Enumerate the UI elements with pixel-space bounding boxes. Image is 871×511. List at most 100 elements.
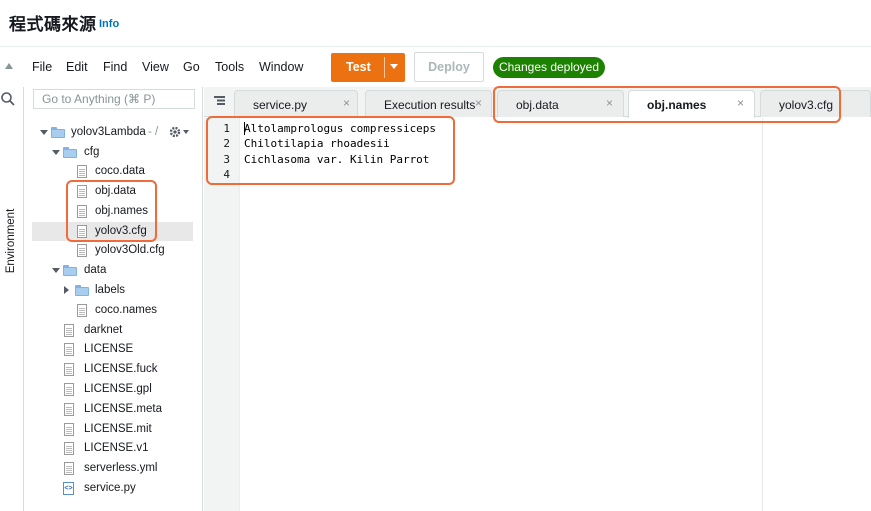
close-icon[interactable]: ×: [606, 96, 613, 110]
tab-label: obj.names: [647, 98, 707, 112]
collapse-icon[interactable]: [4, 61, 14, 71]
tab-label: Execution results: [384, 98, 476, 112]
menu-edit[interactable]: Edit: [66, 60, 88, 74]
tree-root-label: yolov3Lambda: [71, 126, 146, 138]
test-button[interactable]: Test: [331, 53, 405, 82]
folder-icon: [51, 127, 65, 138]
gear-icon[interactable]: [168, 125, 190, 139]
status-badge: Changes deployed: [493, 57, 605, 78]
code-line[interactable]: Cichlasoma var. Kilin Parrot: [244, 153, 429, 166]
tree-folder-label: labels: [95, 284, 126, 296]
tab-label: obj.data: [516, 98, 559, 112]
tree-file-label: LICENSE.gpl: [84, 383, 152, 395]
tree-file-label: LICENSE.mit: [84, 423, 152, 435]
tree-file-serverless-yml[interactable]: serverless.yml: [25, 459, 203, 478]
folder-icon: [63, 265, 77, 276]
tree-file-label: obj.data: [95, 185, 136, 197]
close-icon[interactable]: ×: [475, 96, 482, 110]
code-line[interactable]: Altolamprologus compressiceps: [244, 122, 436, 135]
file-icon: [77, 244, 87, 257]
tree-file-obj-names[interactable]: obj.names: [25, 202, 203, 221]
file-icon: [77, 304, 87, 317]
tree-folder-label: cfg: [84, 146, 100, 158]
menu-window[interactable]: Window: [259, 60, 303, 74]
line-number-gutter: 1 2 3 4: [204, 118, 240, 511]
chevron-down-icon[interactable]: [390, 64, 398, 69]
tree-file-darknet[interactable]: darknet: [25, 321, 203, 340]
tab-obj-data[interactable]: obj.data ×: [497, 90, 624, 117]
tab-list-icon[interactable]: [214, 96, 225, 105]
close-icon[interactable]: ×: [343, 96, 350, 110]
environment-strip: Environment: [0, 87, 24, 511]
tree-file-license[interactable]: LICENSE: [25, 340, 203, 359]
tree-folder-labels[interactable]: labels: [25, 281, 203, 300]
line-number: 3: [223, 153, 230, 166]
menu-go[interactable]: Go: [183, 60, 200, 74]
file-icon: [77, 225, 87, 238]
tree-file-coco-data[interactable]: coco.data: [25, 162, 203, 181]
tree-file-obj-data[interactable]: obj.data: [25, 182, 203, 201]
file-icon: [64, 383, 74, 396]
tree-file-label: yolov3.cfg: [95, 225, 147, 237]
file-icon: [64, 363, 74, 376]
text-cursor: [244, 122, 245, 135]
tree-file-license-v1[interactable]: LICENSE.v1: [25, 439, 203, 458]
environment-tab[interactable]: Environment: [5, 201, 17, 281]
code-file-icon: <>: [63, 482, 74, 495]
tree-file-label: LICENSE.meta: [84, 403, 162, 415]
tree-file-license-gpl[interactable]: LICENSE.gpl: [25, 380, 203, 399]
tab-label: yolov3.cfg: [779, 98, 834, 112]
tab-obj-names[interactable]: obj.names ×: [628, 90, 755, 118]
tab-service-py[interactable]: service.py ×: [234, 90, 358, 117]
folder-icon: [75, 285, 89, 296]
tab-execution-results[interactable]: Execution results ×: [365, 90, 492, 117]
tab-label: service.py: [253, 98, 308, 112]
file-icon: [64, 403, 74, 416]
tree-file-yolov3old-cfg[interactable]: yolov3Old.cfg: [25, 241, 203, 260]
tree-file-label: LICENSE: [84, 343, 134, 355]
menu-file[interactable]: File: [32, 60, 52, 74]
deploy-button[interactable]: Deploy: [414, 52, 484, 82]
tab-yolov3-cfg[interactable]: yolov3.cfg: [760, 90, 871, 117]
tree-folder-cfg[interactable]: cfg: [25, 143, 203, 162]
menu-view[interactable]: View: [142, 60, 169, 74]
tree-file-yolov3-cfg[interactable]: yolov3.cfg: [32, 222, 193, 241]
chevron-down-icon[interactable]: [52, 268, 60, 273]
tree-file-label: coco.names: [95, 304, 158, 316]
file-icon: [64, 324, 74, 337]
goto-anything-input[interactable]: [33, 89, 195, 109]
file-icon: [77, 185, 87, 198]
file-icon: [77, 165, 87, 178]
chevron-right-icon[interactable]: [64, 286, 69, 294]
tree-file-license-fuck[interactable]: LICENSE.fuck: [25, 360, 203, 379]
tab-bar: service.py × Execution results × obj.dat…: [204, 87, 871, 118]
menu-find[interactable]: Find: [103, 60, 127, 74]
editor-area: service.py × Execution results × obj.dat…: [204, 87, 871, 511]
file-icon: [77, 205, 87, 218]
chevron-down-icon[interactable]: [52, 150, 60, 155]
tree-file-label: service.py: [84, 482, 136, 494]
chevron-down-icon[interactable]: [40, 130, 48, 135]
info-link[interactable]: Info: [99, 18, 119, 30]
tree-file-service-py[interactable]: <> service.py: [25, 479, 203, 498]
tree-file-label: obj.names: [95, 205, 149, 217]
tree-file-label: coco.data: [95, 165, 145, 177]
tree-file-label: LICENSE.v1: [84, 442, 149, 454]
tree-root-folder[interactable]: yolov3Lambda - /: [25, 123, 203, 142]
tree-file-license-meta[interactable]: LICENSE.meta: [25, 400, 203, 419]
tree-file-label: LICENSE.fuck: [84, 363, 158, 375]
line-number: 1: [223, 122, 230, 135]
file-tree: yolov3Lambda - / cfg coco.data obj.data …: [25, 87, 203, 511]
search-icon[interactable]: [0, 91, 16, 107]
tree-folder-data[interactable]: data: [25, 261, 203, 280]
tree-file-coco-names[interactable]: coco.names: [25, 301, 203, 320]
tree-file-license-mit[interactable]: LICENSE.mit: [25, 420, 203, 439]
tree-folder-label: data: [84, 264, 107, 276]
code-line[interactable]: Chilotilapia rhoadesii: [244, 137, 390, 150]
menu-tools[interactable]: Tools: [215, 60, 244, 74]
line-number: 4: [223, 168, 230, 181]
folder-icon: [63, 147, 77, 158]
file-icon: [64, 423, 74, 436]
file-icon: [64, 442, 74, 455]
close-icon[interactable]: ×: [737, 96, 744, 110]
